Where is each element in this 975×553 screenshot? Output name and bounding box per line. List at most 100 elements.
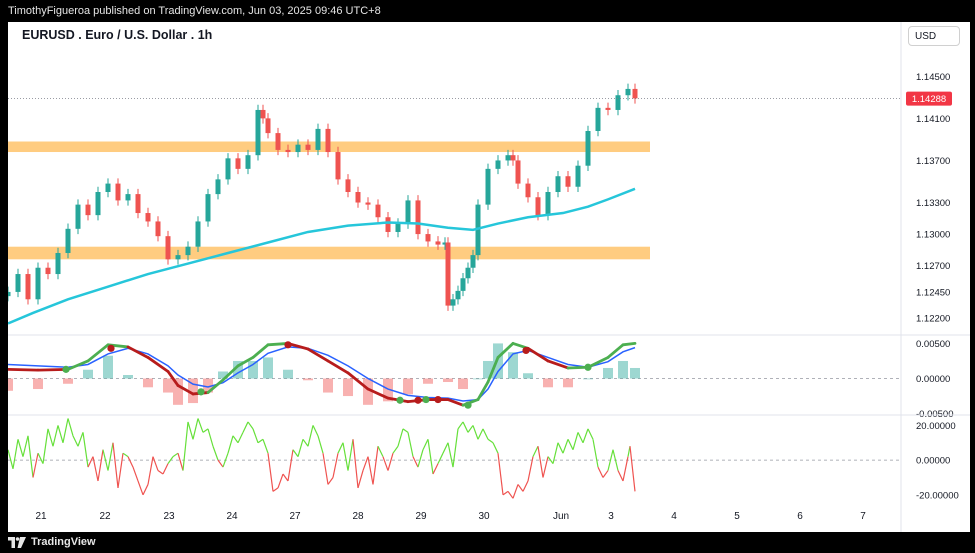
oscillator-line-segment	[357, 470, 364, 489]
oscillator-pane[interactable]: 20.00000 0.00000 -20.00000	[7, 418, 959, 501]
oscillator-line-segment	[132, 466, 139, 482]
candle-body	[470, 255, 476, 268]
oscillator-line-segment	[572, 432, 579, 450]
oscillator-line-segment	[282, 473, 289, 482]
macd-line-segment	[546, 359, 570, 370]
oscillator-line-segment	[617, 470, 624, 482]
oscillator-line-segment	[187, 421, 194, 440]
candle-body	[575, 165, 581, 187]
oscillator-line-segment	[567, 439, 574, 450]
candle-body	[25, 274, 31, 300]
chart-svg[interactable]: 1.14288 1.14500 1.14100 1.13700 1.13300 1.130…	[3, 22, 970, 532]
oscillator-line-segment	[402, 428, 409, 433]
oscillator-line-segment	[582, 428, 589, 443]
candle-body	[315, 128, 321, 150]
tradingview-brand[interactable]: TradingView	[8, 532, 96, 553]
time-tick-label: 6	[797, 511, 803, 522]
oscillator-line-segment	[77, 432, 84, 447]
time-tick-label: 30	[478, 511, 490, 522]
oscillator-line-segment	[142, 484, 149, 496]
oscillator-line-segment	[522, 480, 529, 492]
macd-histogram-bar	[323, 378, 333, 393]
oscillator-line-segment	[342, 442, 349, 471]
candle-body	[165, 236, 171, 260]
macd-histogram-bar	[563, 378, 573, 388]
oscillator-line-segment	[232, 435, 239, 444]
oscillator-line-segment	[577, 432, 584, 444]
macd-histogram-bar	[33, 378, 43, 390]
candle-body	[405, 200, 411, 224]
candle-body	[632, 88, 638, 99]
macd-histogram-bar	[343, 378, 353, 397]
time-tick-label: 7	[860, 511, 866, 522]
oscillator-line-segment	[487, 438, 494, 444]
candle-body	[385, 217, 391, 232]
oscillator-line-segment	[602, 470, 609, 478]
oscillator-line-segment	[112, 442, 119, 488]
macd-histogram-bar	[583, 378, 593, 380]
oscillator-line-segment	[157, 470, 164, 475]
publisher-line: TimothyFigueroa published on TradingView…	[8, 5, 381, 17]
oscillator-line-segment	[452, 428, 459, 468]
macd-tick-label: 0.00500	[916, 339, 950, 350]
candle-body	[545, 192, 551, 216]
price-tick-label: 1.12200	[916, 314, 950, 325]
macd-cross-marker	[522, 346, 530, 355]
price-pane[interactable]: 1.14288 1.14500 1.14100 1.13700 1.13300 1.130…	[5, 72, 952, 325]
oscillator-line-segment	[262, 439, 269, 454]
macd-histogram-bar	[83, 369, 93, 379]
tradingview-logo-icon	[8, 537, 26, 548]
candle-body	[295, 144, 301, 153]
oscillator-line-segment	[327, 477, 334, 485]
macd-pane[interactable]: 0.005000.00000-0.00500	[3, 339, 954, 420]
macd-cross-marker	[414, 396, 422, 404]
oscillator-tick-label: 20.00000	[916, 421, 956, 432]
oscillator-line-segment	[277, 473, 284, 489]
macd-histogram-bar	[3, 378, 13, 391]
oscillator-line-segment	[107, 442, 114, 471]
macd-line-segment	[606, 343, 625, 359]
oscillator-line-segment	[82, 432, 89, 468]
oscillator-line-segment	[422, 439, 429, 450]
oscillator-line-segment	[207, 428, 214, 447]
candle-body	[135, 194, 141, 214]
oscillator-line-segment	[197, 418, 204, 433]
oscillator-line-segment	[317, 435, 324, 454]
candle-body	[365, 202, 371, 205]
candle-body	[85, 204, 91, 216]
candle-body	[125, 194, 131, 201]
macd-cross-marker	[434, 395, 442, 404]
macd-histogram-bar	[618, 360, 628, 379]
oscillator-line-segment	[252, 428, 259, 443]
candle-body	[445, 242, 451, 306]
time-tick-label: 27	[289, 511, 301, 522]
oscillator-line-segment	[22, 435, 29, 457]
candle-body	[235, 158, 241, 169]
macd-histogram-bar	[143, 378, 153, 388]
candle-body	[465, 267, 471, 279]
candle-body	[195, 221, 201, 247]
candle-body	[535, 197, 541, 216]
macd-histogram-bar	[508, 352, 518, 379]
macd-histogram-bar	[543, 378, 553, 388]
oscillator-line-segment	[52, 425, 59, 447]
macd-histogram-bar	[473, 378, 483, 380]
support-resistance-zone	[8, 246, 650, 260]
oscillator-line-segment	[447, 442, 454, 468]
oscillator-line-segment	[372, 446, 379, 485]
oscillator-line-segment	[192, 418, 199, 440]
oscillator-line-segment	[87, 456, 94, 468]
oscillator-line-segment	[477, 428, 484, 440]
oscillator-line-segment	[7, 449, 14, 469]
time-tick-label: 5	[734, 511, 740, 522]
candle-body	[5, 291, 11, 297]
currency-button[interactable]: USD	[908, 26, 960, 46]
macd-line-segment	[6, 367, 40, 372]
macd-tick-label: 0.00000	[916, 374, 950, 385]
candle-body	[450, 299, 456, 306]
macd-histogram-bar	[443, 378, 453, 383]
oscillator-line-segment	[497, 453, 504, 495]
oscillator-line-segment	[512, 484, 519, 499]
candle-body	[285, 149, 291, 153]
chart-area[interactable]: 1.14288 1.14500 1.14100 1.13700 1.13300 1.130…	[3, 22, 970, 532]
